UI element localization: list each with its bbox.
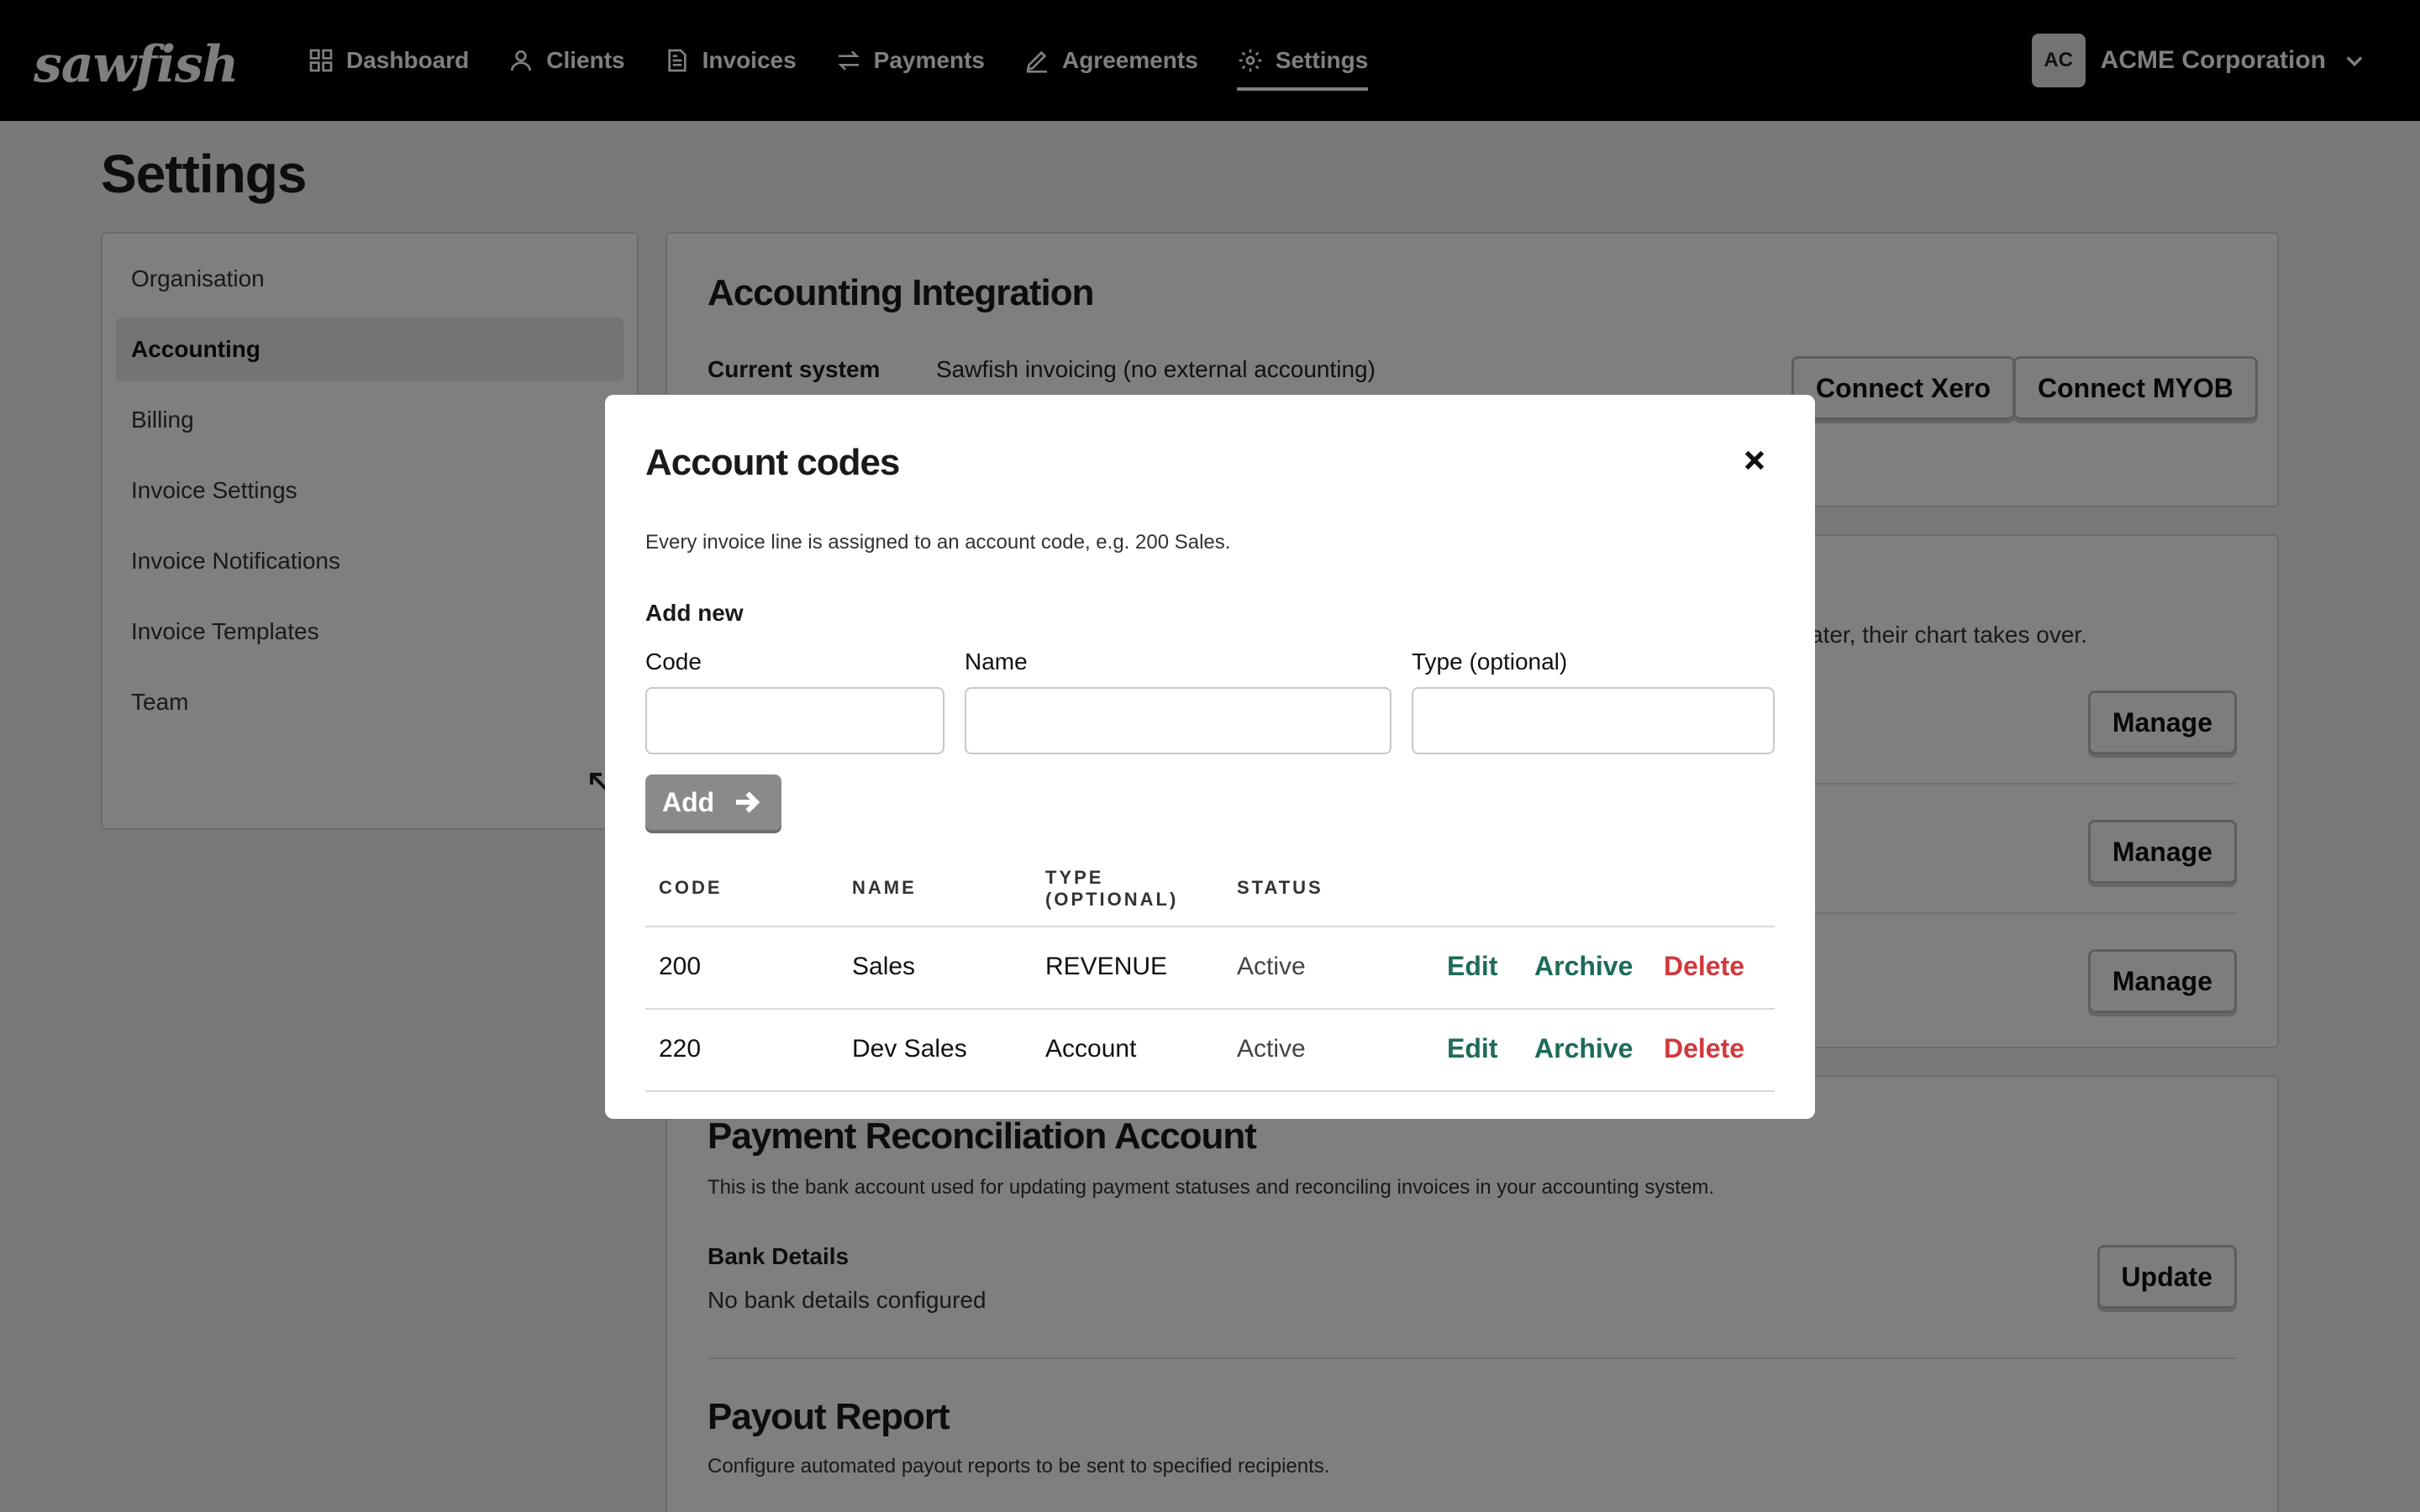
modal-description: Every invoice line is assigned to an acc… [645,531,1231,554]
column-header-status: STATUS [1237,877,1323,898]
close-button[interactable] [1741,447,1768,474]
cell-code: 220 [659,1035,702,1063]
add-button-label: Add [662,786,715,817]
cell-type: Account [1045,1035,1137,1063]
type-label: Type (optional) [1412,648,1568,675]
code-input[interactable] [645,687,944,754]
add-button[interactable]: Add [645,774,781,830]
archive-button[interactable]: Archive [1534,1033,1633,1064]
cell-status: Active [1237,953,1306,980]
type-input[interactable] [1412,687,1775,754]
cell-code: 200 [659,953,702,980]
name-input[interactable] [965,687,1392,754]
cell-status: Active [1237,1035,1306,1063]
modal-title: Account codes [645,442,900,483]
edit-button[interactable]: Edit [1447,1033,1497,1064]
table-divider [645,926,1775,927]
add-new-heading: Add new [645,600,744,626]
column-header-name: NAME [852,877,917,898]
column-header-type: TYPE (OPTIONAL) [1045,867,1179,910]
table-divider [645,1090,1775,1092]
archive-button[interactable]: Archive [1534,951,1633,982]
code-label: Code [645,648,702,675]
edit-button[interactable]: Edit [1447,951,1497,982]
column-header-code: CODE [659,877,723,898]
delete-button[interactable]: Delete [1664,951,1744,982]
cell-name: Sales [852,953,916,980]
cell-type: REVENUE [1045,953,1168,980]
arrow-right-icon [736,791,760,813]
cell-name: Dev Sales [852,1035,967,1063]
close-icon [1744,450,1765,470]
delete-button[interactable]: Delete [1664,1033,1744,1064]
name-label: Name [965,648,1028,675]
table-divider [645,1008,1775,1010]
account-codes-modal: Account codes Every invoice line is assi… [605,395,1815,1119]
